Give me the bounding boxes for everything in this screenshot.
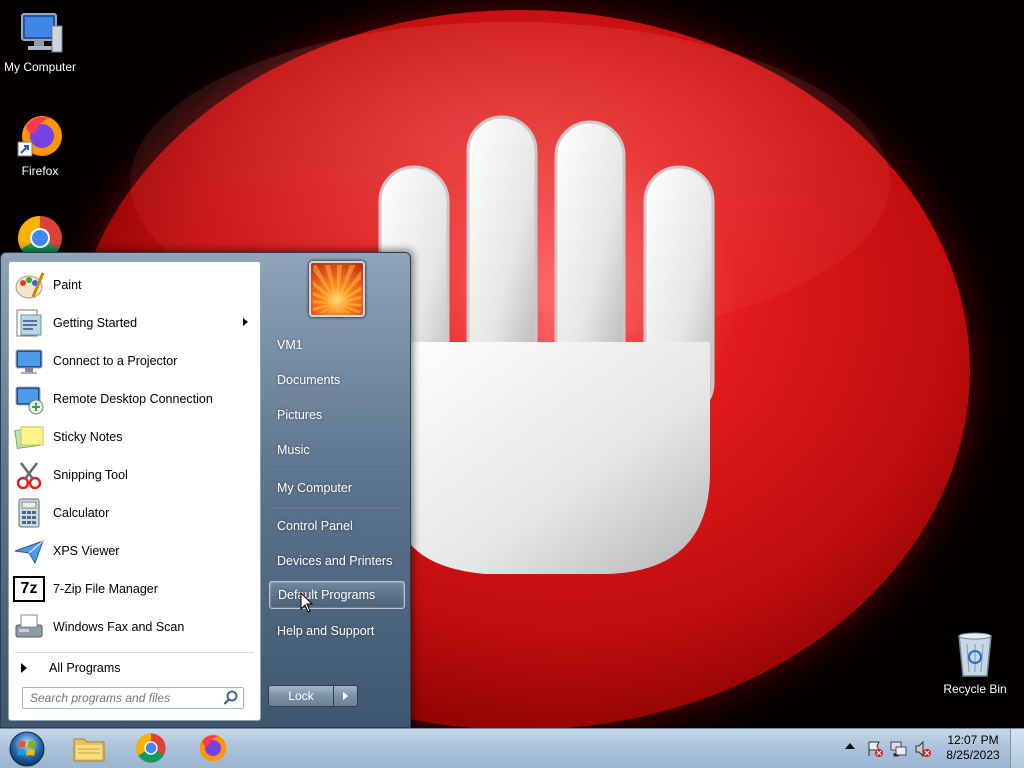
fax-scan-icon — [13, 611, 45, 643]
program-label: Sticky Notes — [53, 430, 123, 444]
menu-item-user-folder[interactable]: VM1 — [269, 331, 405, 359]
wallpaper-hand — [378, 115, 715, 574]
remote-desktop-icon — [13, 383, 45, 415]
program-label: XPS Viewer — [53, 544, 120, 558]
sticky-notes-icon — [13, 421, 45, 453]
menu-item-pictures[interactable]: Pictures — [269, 401, 405, 429]
desktop-icon-label: Firefox — [21, 164, 59, 178]
calculator-icon — [13, 497, 45, 529]
desktop-icon-my-computer[interactable]: My Computer — [0, 8, 80, 74]
show-hidden-icons-icon[interactable] — [845, 743, 855, 749]
user-avatar[interactable] — [309, 261, 365, 317]
program-connect-projector[interactable]: Connect to a Projector — [9, 342, 260, 380]
menu-item-control-panel[interactable]: Control Panel — [269, 512, 405, 540]
expand-arrow-icon — [21, 663, 27, 673]
taskbar: 12:07 PM 8/25/2023 — [0, 728, 1024, 768]
desktop-icon-label: My Computer — [3, 60, 77, 74]
lock-button[interactable]: Lock — [268, 685, 334, 707]
program-label: 7-Zip File Manager — [53, 582, 158, 596]
taskbar-firefox[interactable] — [186, 731, 240, 767]
all-programs-button[interactable]: All Programs — [17, 656, 121, 680]
show-desktop-button[interactable] — [1010, 729, 1024, 768]
volume-muted-icon[interactable] — [914, 740, 932, 758]
program-getting-started[interactable]: Getting Started — [9, 304, 260, 342]
menu-item-help-support[interactable]: Help and Support — [269, 617, 405, 645]
program-paint[interactable]: Paint — [9, 266, 260, 304]
chrome-icon — [135, 732, 167, 767]
program-xps-viewer[interactable]: XPS Viewer — [9, 532, 260, 570]
program-7zip[interactable]: 7z 7-Zip File Manager — [9, 570, 260, 608]
program-label: Calculator — [53, 506, 110, 520]
submenu-arrow-icon — [243, 318, 248, 326]
start-button[interactable] — [7, 731, 47, 767]
menu-item-devices-printers[interactable]: Devices and Printers — [269, 547, 405, 575]
start-menu: Paint Getting Started Connect to a Proje… — [0, 252, 411, 728]
menu-item-my-computer[interactable]: My Computer — [269, 474, 405, 502]
taskbar-chrome[interactable] — [124, 731, 178, 767]
divider — [15, 652, 254, 653]
7zip-icon-text: 7z — [13, 576, 45, 602]
taskbar-file-explorer[interactable] — [62, 731, 116, 767]
program-label: Snipping Tool — [53, 468, 128, 482]
program-snipping-tool[interactable]: Snipping Tool — [9, 456, 260, 494]
firefox-icon — [197, 732, 229, 767]
program-fax-scan[interactable]: Windows Fax and Scan — [9, 608, 260, 646]
clock-time: 12:07 PM — [947, 733, 999, 747]
program-remote-desktop[interactable]: Remote Desktop Connection — [9, 380, 260, 418]
program-label: Windows Fax and Scan — [53, 620, 185, 634]
program-sticky-notes[interactable]: Sticky Notes — [9, 418, 260, 456]
divider — [269, 469, 403, 470]
system-clock[interactable]: 12:07 PM 8/25/2023 — [940, 733, 1006, 763]
desktop-icon-label: Recycle Bin — [943, 682, 1007, 696]
program-label: Getting Started — [53, 316, 138, 330]
snipping-tool-icon — [13, 459, 45, 491]
start-menu-places-pane: VM1 Documents Pictures Music My Computer… — [261, 253, 411, 729]
desktop-icon-recycle-bin[interactable]: Recycle Bin — [935, 630, 1015, 696]
recycle-bin-icon — [951, 630, 999, 678]
start-menu-programs-pane: Paint Getting Started Connect to a Proje… — [8, 261, 261, 721]
getting-started-icon — [13, 307, 45, 339]
menu-item-documents[interactable]: Documents — [269, 366, 405, 394]
menu-item-music[interactable]: Music — [269, 436, 405, 464]
paint-icon — [13, 269, 45, 301]
menu-item-default-programs[interactable]: Default Programs — [269, 581, 405, 609]
program-calculator[interactable]: Calculator — [9, 494, 260, 532]
7zip-icon: 7z — [13, 573, 45, 605]
clock-date: 8/25/2023 — [946, 748, 1000, 762]
xps-viewer-icon — [13, 535, 45, 567]
file-explorer-icon — [72, 733, 106, 766]
desktop-icon-firefox[interactable]: Firefox — [0, 112, 80, 178]
all-programs-label: All Programs — [49, 661, 121, 675]
search-input[interactable] — [23, 688, 223, 708]
action-center-icon[interactable] — [866, 740, 884, 758]
search-icon[interactable] — [223, 690, 239, 706]
shutdown-options-button[interactable] — [334, 685, 358, 707]
firefox-icon — [16, 112, 64, 160]
program-label: Connect to a Projector — [53, 354, 178, 368]
projector-icon — [13, 345, 45, 377]
computer-icon — [16, 8, 64, 56]
program-label: Paint — [53, 278, 82, 292]
network-icon[interactable] — [890, 740, 908, 758]
search-box — [22, 687, 244, 709]
mouse-cursor-icon — [300, 592, 314, 613]
program-label: Remote Desktop Connection — [53, 392, 213, 406]
program-list: Paint Getting Started Connect to a Proje… — [9, 262, 260, 646]
divider — [269, 507, 403, 508]
